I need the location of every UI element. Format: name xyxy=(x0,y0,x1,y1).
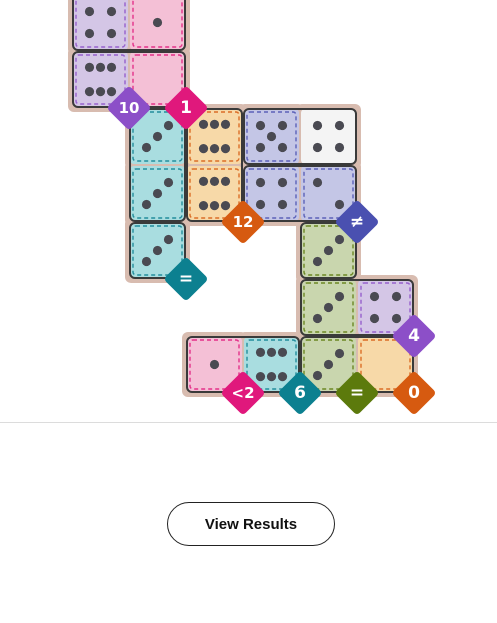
pip xyxy=(198,176,209,186)
pip xyxy=(312,177,323,188)
pip xyxy=(198,119,209,129)
pip xyxy=(106,62,117,72)
pip xyxy=(84,6,95,17)
pip xyxy=(152,131,163,142)
pip xyxy=(334,234,345,245)
pip xyxy=(152,245,163,256)
pip xyxy=(106,28,117,39)
constraint-label: = xyxy=(350,383,364,403)
pip xyxy=(141,256,152,267)
pip xyxy=(95,62,106,72)
view-results-button[interactable]: View Results xyxy=(167,502,335,546)
pip xyxy=(209,359,220,370)
pip xyxy=(209,119,220,129)
pip xyxy=(334,142,345,153)
pip xyxy=(255,372,266,382)
cell-face xyxy=(73,0,128,50)
board-cell-7 xyxy=(301,109,356,164)
pip xyxy=(220,119,231,129)
pip xyxy=(334,348,345,359)
pip xyxy=(84,28,95,39)
pip xyxy=(277,142,288,153)
pip xyxy=(266,347,277,357)
domino-grid: 10 1 12 ≠ = 4 <2 6 = 0 xyxy=(68,0,435,414)
pip xyxy=(163,234,174,245)
pip xyxy=(323,302,334,313)
constraint-label: ≠ xyxy=(350,212,364,232)
cell-face xyxy=(301,109,356,164)
pip xyxy=(255,177,266,188)
pip xyxy=(334,120,345,131)
pip xyxy=(277,177,288,188)
pip xyxy=(323,359,334,370)
pip xyxy=(141,199,152,210)
pip xyxy=(277,347,288,357)
board-cell-1 xyxy=(130,0,185,50)
constraint-label: = xyxy=(179,269,193,289)
constraint-label: 6 xyxy=(294,383,306,403)
pip xyxy=(220,201,231,211)
section-divider xyxy=(0,422,497,423)
constraint-label: 4 xyxy=(408,326,420,346)
pip xyxy=(84,62,95,72)
pip xyxy=(198,201,209,211)
board-cell-6 xyxy=(244,109,299,164)
pip xyxy=(152,17,163,28)
pip xyxy=(323,245,334,256)
pip xyxy=(312,256,323,267)
pip xyxy=(255,142,266,153)
constraint-label: <2 xyxy=(231,384,254,402)
board-cell-8 xyxy=(130,166,185,221)
pip xyxy=(277,372,288,382)
pip xyxy=(95,87,106,97)
pip xyxy=(391,291,402,302)
pip xyxy=(312,120,323,131)
pip xyxy=(198,144,209,154)
pip xyxy=(106,6,117,17)
pip xyxy=(220,176,231,186)
pip xyxy=(220,144,231,154)
pip xyxy=(84,87,95,97)
pip xyxy=(141,142,152,153)
pip xyxy=(163,177,174,188)
constraint-label: 10 xyxy=(119,99,140,117)
pip xyxy=(266,372,277,382)
pip xyxy=(334,199,345,210)
pip xyxy=(369,291,380,302)
puzzle-board: 10 1 12 ≠ = 4 <2 6 = 0 xyxy=(0,0,497,422)
pip xyxy=(334,291,345,302)
pip xyxy=(266,131,277,142)
pip xyxy=(391,313,402,324)
constraint-label: 12 xyxy=(233,213,254,231)
pip xyxy=(209,144,220,154)
constraint-label: 0 xyxy=(408,383,420,403)
pip xyxy=(312,313,323,324)
pip xyxy=(209,176,220,186)
pip xyxy=(312,370,323,381)
board-cell-14 xyxy=(301,280,356,335)
constraint-label: 1 xyxy=(180,98,192,118)
pip xyxy=(312,142,323,153)
pip xyxy=(369,313,380,324)
pip xyxy=(106,87,117,97)
pip xyxy=(209,201,220,211)
board-cell-0 xyxy=(73,0,128,50)
pip xyxy=(277,120,288,131)
pip xyxy=(255,120,266,131)
pip xyxy=(277,199,288,210)
pip xyxy=(163,120,174,131)
pip xyxy=(255,347,266,357)
pip xyxy=(255,199,266,210)
pip xyxy=(152,188,163,199)
